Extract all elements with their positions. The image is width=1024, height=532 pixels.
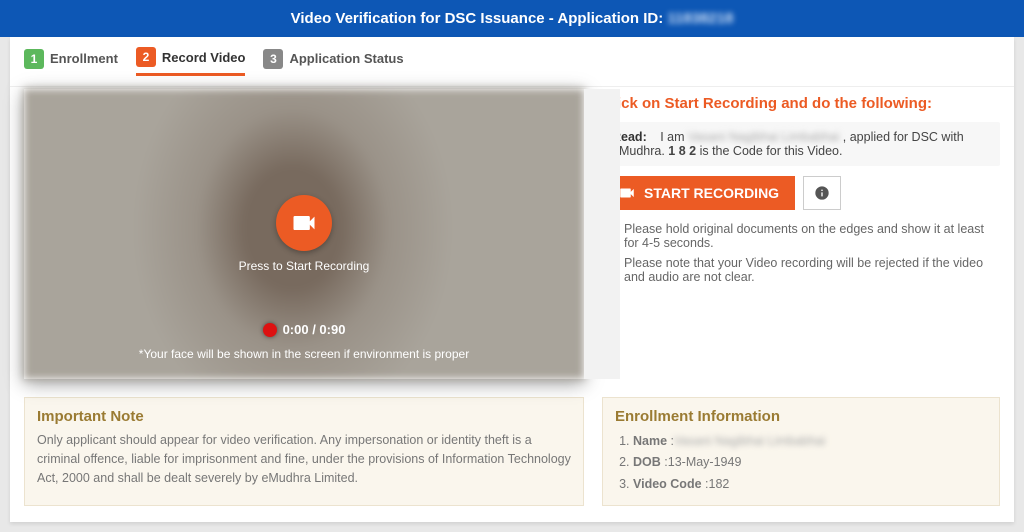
instructions-column: Click on Start Recording and do the foll… bbox=[602, 87, 1000, 379]
bullet-text: Please hold original documents on the ed… bbox=[624, 222, 1000, 250]
camera-icon bbox=[618, 184, 636, 202]
step-label: Application Status bbox=[289, 51, 403, 66]
start-recording-button[interactable]: START RECORDING bbox=[602, 176, 795, 210]
face-note: *Your face will be shown in the screen i… bbox=[24, 347, 584, 361]
video-preview[interactable]: Press to Start Recording 0:00 / 0:90 *Yo… bbox=[24, 89, 584, 379]
record-button[interactable] bbox=[276, 195, 332, 251]
start-recording-label: START RECORDING bbox=[644, 185, 779, 201]
important-note-body: Only applicant should appear for video v… bbox=[37, 431, 571, 487]
press-to-start-label: Press to Start Recording bbox=[239, 259, 370, 273]
bullet-text: Please note that your Video recording wi… bbox=[624, 256, 1000, 284]
read-code: 1 8 2 bbox=[668, 144, 696, 158]
tab-application-status[interactable]: 3 Application Status bbox=[263, 47, 403, 76]
record-indicator-icon bbox=[263, 323, 277, 337]
code-value: 182 bbox=[709, 477, 730, 491]
read-script-box: Read: I am Vasani Nagibhai Limbabhai , a… bbox=[602, 122, 1000, 166]
step-tabs: 1 Enrollment 2 Record Video 3 Applicatio… bbox=[10, 37, 1014, 87]
step-label: Enrollment bbox=[50, 51, 118, 66]
tab-record-video[interactable]: 2 Record Video bbox=[136, 47, 246, 76]
step-badge: 1 bbox=[24, 49, 44, 69]
list-item: DOB :13-May-1949 bbox=[633, 452, 987, 473]
main-card: 1 Enrollment 2 Record Video 3 Applicatio… bbox=[10, 37, 1014, 522]
info-button[interactable] bbox=[803, 176, 841, 210]
timer-row: 0:00 / 0:90 bbox=[24, 322, 584, 337]
important-note-title: Important Note bbox=[37, 408, 571, 425]
video-gutter bbox=[584, 89, 620, 379]
code-label: Video Code bbox=[633, 477, 702, 491]
info-icon bbox=[814, 185, 830, 201]
enrollment-info-title: Enrollment Information bbox=[615, 408, 987, 425]
step-badge: 3 bbox=[263, 49, 283, 69]
step-label: Record Video bbox=[162, 50, 246, 65]
camera-icon bbox=[290, 209, 318, 237]
button-row: START RECORDING bbox=[602, 176, 1000, 210]
step-badge: 2 bbox=[136, 47, 156, 67]
instruction-bullet: Please note that your Video recording wi… bbox=[602, 256, 1000, 284]
dob-label: DOB bbox=[633, 455, 661, 469]
dob-value: 13-May-1949 bbox=[668, 455, 742, 469]
list-item: Video Code :182 bbox=[633, 474, 987, 495]
video-column: Press to Start Recording 0:00 / 0:90 *Yo… bbox=[24, 87, 584, 379]
instruction-title: Click on Start Recording and do the foll… bbox=[602, 95, 1000, 112]
enrollment-info-list: Name :Vasani Nagibhai Limbabhai DOB :13-… bbox=[615, 431, 987, 495]
applicant-name: Vasani Nagibhai Limbabhai bbox=[688, 130, 839, 144]
header-title: Video Verification for DSC Issuance - Ap… bbox=[291, 10, 668, 27]
page-header: Video Verification for DSC Issuance - Ap… bbox=[0, 0, 1024, 37]
timer-text: 0:00 / 0:90 bbox=[283, 322, 346, 337]
list-item: Name :Vasani Nagibhai Limbabhai bbox=[633, 431, 987, 452]
important-note-box: Important Note Only applicant should app… bbox=[24, 397, 584, 506]
tab-enrollment[interactable]: 1 Enrollment bbox=[24, 47, 118, 76]
name-label: Name bbox=[633, 434, 667, 448]
instruction-bullet: Please hold original documents on the ed… bbox=[602, 222, 1000, 250]
enrollment-info-box: Enrollment Information Name :Vasani Nagi… bbox=[602, 397, 1000, 506]
name-value: Vasani Nagibhai Limbabhai bbox=[674, 434, 825, 448]
read-suffix: is the Code for this Video. bbox=[700, 144, 843, 158]
application-id: 11838218 bbox=[667, 10, 733, 27]
read-prefix: I am bbox=[660, 130, 688, 144]
